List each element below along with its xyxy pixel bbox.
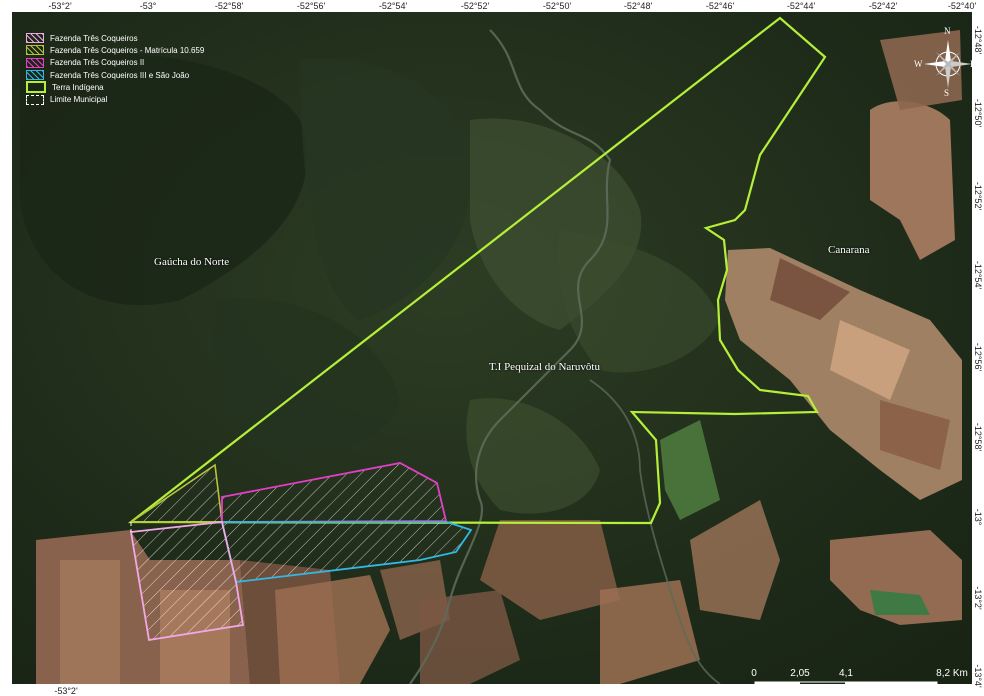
right-tick: -12°56' bbox=[973, 342, 983, 372]
right-tick: -12°54' bbox=[973, 260, 983, 290]
right-tick: -12°50' bbox=[973, 98, 983, 128]
right-tick: -12°58' bbox=[973, 422, 983, 452]
compass-w: W bbox=[914, 59, 923, 69]
legend-item: Fazenda Três Coqueiros III e São João bbox=[26, 69, 204, 81]
compass-n: N bbox=[944, 26, 951, 36]
legend-swatch-pink bbox=[26, 33, 44, 44]
bottom-tick: -53°2' bbox=[54, 686, 78, 696]
top-tick: -52°56' bbox=[296, 1, 326, 11]
top-tick: -52°58' bbox=[214, 1, 244, 11]
legend-label: Fazenda Três Coqueiros bbox=[50, 33, 138, 43]
legend-label: Fazenda Três Coqueiros II bbox=[50, 58, 145, 68]
top-tick: -52°52' bbox=[460, 1, 490, 11]
right-tick: -12°48' bbox=[973, 25, 983, 55]
legend-swatch-magenta bbox=[26, 57, 44, 68]
compass-rose-icon: N S E W bbox=[914, 26, 972, 98]
legend-item: Fazenda Três Coqueiros II bbox=[26, 57, 204, 69]
right-tick: -13°4' bbox=[973, 664, 983, 688]
legend-swatch-dashed bbox=[26, 94, 44, 105]
top-tick: -52°48' bbox=[623, 1, 653, 11]
map-legend: Fazenda Três Coqueiros Fazenda Três Coqu… bbox=[26, 32, 204, 106]
fazenda-tres-coqueiros-area bbox=[129, 521, 245, 642]
legend-swatch-green bbox=[26, 81, 46, 94]
legend-item: Terra Indígena bbox=[26, 81, 204, 94]
place-label-gaucha-do-norte: Gaúcha do Norte bbox=[154, 256, 230, 268]
scale-bar: 0 2,05 4,1 8,2 Km bbox=[751, 668, 972, 684]
compass-s: S bbox=[944, 88, 950, 98]
top-tick: -52°46' bbox=[705, 1, 735, 11]
top-tick: -52°42' bbox=[868, 1, 898, 11]
top-tick: -52°50' bbox=[542, 1, 572, 11]
place-label-terra-indigena: T.I Pequizal do Naruvôtu bbox=[489, 361, 600, 373]
legend-label: Fazenda Três Coqueiros III e São João bbox=[50, 70, 190, 80]
legend-swatch-olive bbox=[26, 45, 44, 56]
top-tick: -53°2' bbox=[48, 1, 72, 11]
legend-label: Terra Indígena bbox=[52, 82, 104, 92]
legend-item: Fazenda Três Coqueiros bbox=[26, 32, 204, 44]
right-tick: -13° bbox=[973, 508, 983, 526]
legend-swatch-cyan bbox=[26, 70, 44, 81]
top-tick: -52°44' bbox=[786, 1, 816, 11]
top-tick: -52°40' bbox=[947, 1, 977, 11]
compass-e: E bbox=[970, 59, 972, 69]
legend-label: Limite Municipal bbox=[50, 95, 108, 105]
right-tick: -12°52' bbox=[973, 181, 983, 211]
legend-item: Fazenda Três Coqueiros - Matrícula 10.65… bbox=[26, 44, 204, 56]
top-tick: -52°54' bbox=[378, 1, 408, 11]
top-tick: -53° bbox=[139, 1, 157, 11]
map-canvas bbox=[12, 12, 972, 684]
place-label-canarana: Canarana bbox=[828, 244, 870, 256]
map-frame: -53°2' -53° -52°58' -52°56' -52°54' -52°… bbox=[0, 0, 984, 696]
right-tick: -13°2' bbox=[973, 586, 983, 610]
satellite-map[interactable]: Fazenda Três Coqueiros Fazenda Três Coqu… bbox=[12, 12, 972, 684]
legend-item: Limite Municipal bbox=[26, 93, 204, 105]
legend-label: Fazenda Três Coqueiros - Matrícula 10.65… bbox=[50, 45, 205, 55]
